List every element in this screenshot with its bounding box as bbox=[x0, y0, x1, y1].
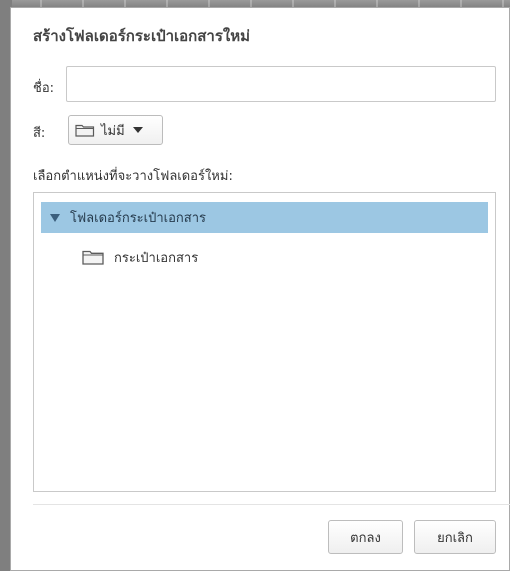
name-label: ชื่อ: bbox=[33, 81, 55, 96]
tree-item-label: กระเป๋าเอกสาร bbox=[114, 250, 199, 266]
new-briefcase-folder-dialog: สร้างโฟลเดอร์กระเป๋าเอกสารใหม่ ชื่อ: สี:… bbox=[10, 7, 510, 571]
dialog-title: สร้างโฟลเดอร์กระเป๋าเอกสารใหม่ bbox=[33, 27, 250, 45]
folder-icon bbox=[75, 124, 95, 137]
folder-name-input[interactable] bbox=[66, 66, 496, 102]
tree-item-briefcase[interactable]: กระเป๋าเอกสาร bbox=[82, 245, 198, 269]
chevron-down-icon bbox=[132, 127, 143, 133]
tree-root-label: โฟลเดอร์กระเป๋าเอกสาร bbox=[70, 211, 206, 226]
color-select[interactable]: ไม่มี bbox=[68, 115, 163, 145]
color-select-value: ไม่มี bbox=[101, 123, 125, 139]
color-label: สี: bbox=[33, 126, 46, 141]
ok-button[interactable]: ตกลง bbox=[328, 520, 403, 554]
tree-item-root[interactable]: โฟลเดอร์กระเป๋าเอกสาร bbox=[41, 202, 488, 233]
footer-divider bbox=[33, 504, 510, 505]
cancel-button[interactable]: ยกเลิก bbox=[414, 520, 496, 554]
location-label: เลือกตำแหน่งที่จะวางโฟลเดอร์ใหม่: bbox=[33, 169, 233, 184]
expand-triangle-icon[interactable] bbox=[50, 213, 60, 222]
folder-location-tree: โฟลเดอร์กระเป๋าเอกสาร กระเป๋าเอกสาร bbox=[33, 192, 496, 492]
folder-icon bbox=[82, 250, 104, 265]
